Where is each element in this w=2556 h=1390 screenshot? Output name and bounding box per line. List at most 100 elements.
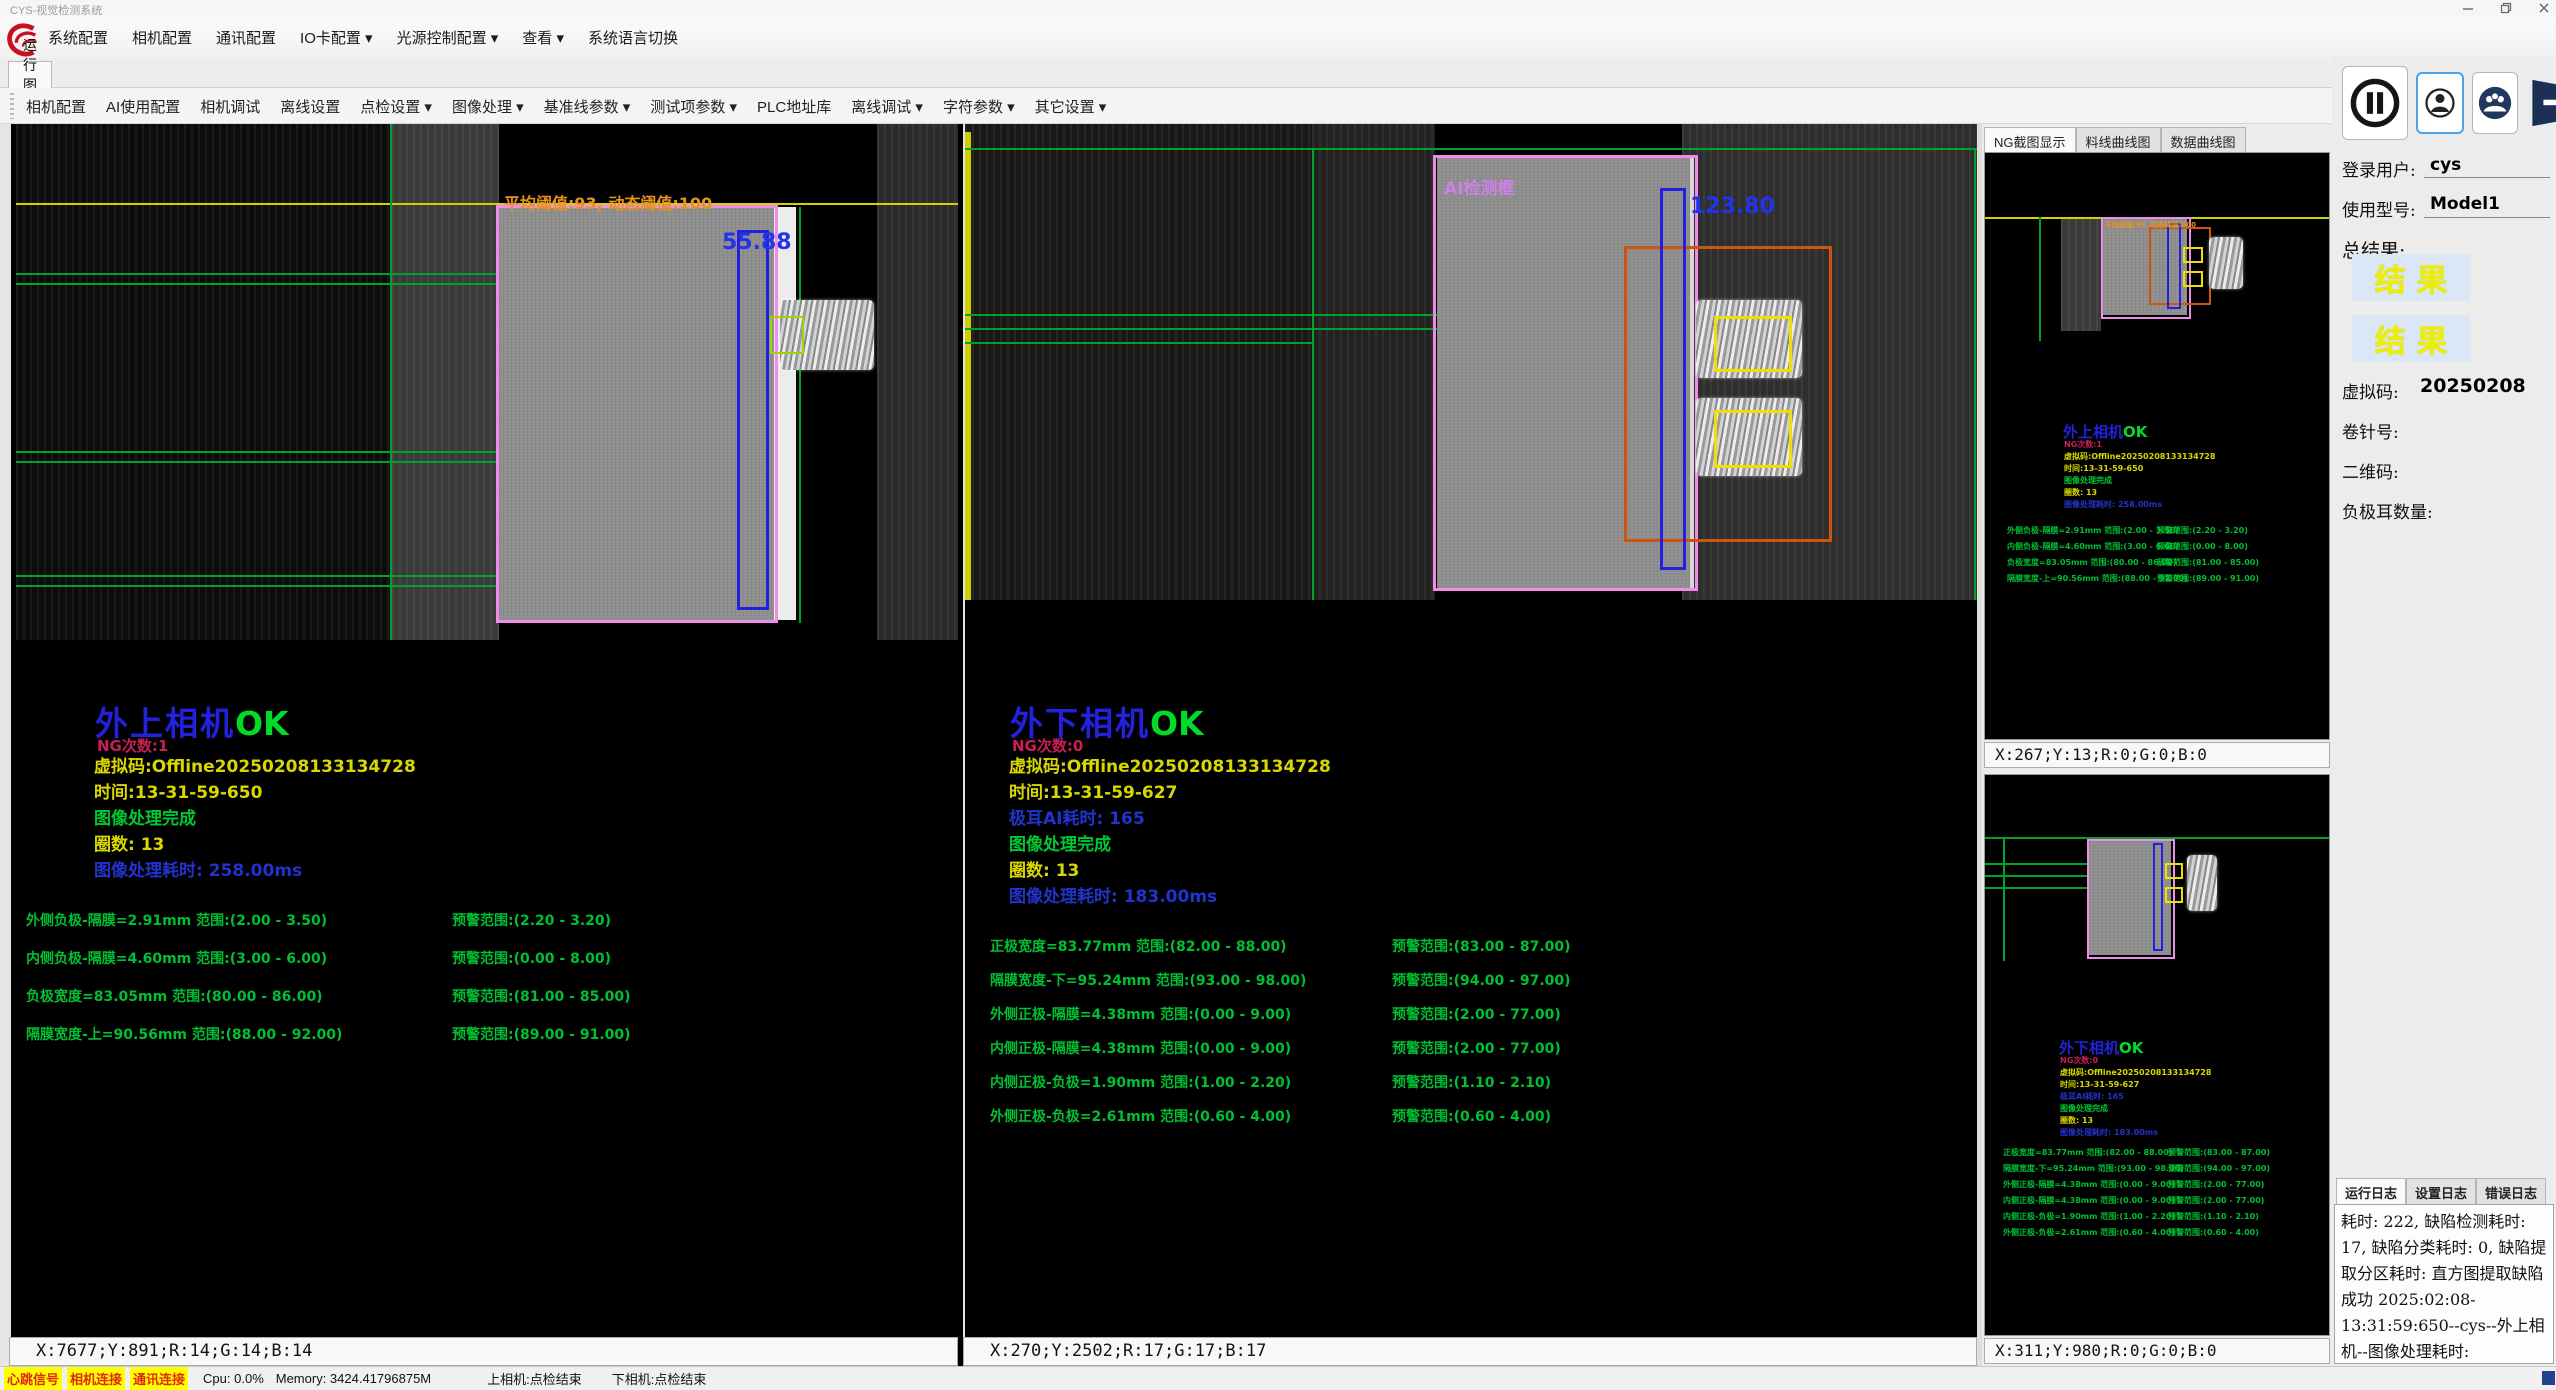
log-tab[interactable]: 设置日志 (2406, 1178, 2476, 1206)
toolbar-item[interactable]: 其它设置 ▾ (1035, 96, 1107, 117)
menu-item[interactable]: IO卡配置 ▾ (300, 27, 373, 48)
camera-info-line: 圈数: 13 (2060, 1115, 2211, 1127)
corner-indicator (2542, 1371, 2555, 1385)
camera-info-line: 时间:13-31-59-627 (2060, 1079, 2211, 1091)
mini2-camera-status: OK (2119, 1039, 2143, 1057)
measurement-warn: 预警范围:(2.20 - 3.20) (2157, 525, 2248, 536)
right-camera-view[interactable]: AI检测框 123.80 外下相机OK NG次数:0 虚拟码:Offline20… (963, 124, 1977, 1337)
measurement-row: 隔膜宽度-下=95.24mm 范围:(93.00 - 98.00) 预警范围:(… (990, 970, 1306, 1004)
right-ng-count: NG次数:0 (1012, 735, 1083, 756)
model-label: 使用型号: (2342, 196, 2416, 221)
menu-item[interactable]: 光源控制配置 ▾ (397, 27, 499, 48)
right-camera-status: OK (1150, 704, 1204, 743)
ng-thumbnail-lower[interactable]: 外下相机OK NG次数:0 虚拟码:Offline202502081331347… (1984, 774, 2330, 1336)
field-value: 20250208 (2420, 375, 2526, 397)
mini1-threshold-text: 平均阈值:93, 动态阈值:100 (2105, 220, 2196, 230)
left-green-hline (16, 451, 499, 453)
log-area[interactable]: 耗时: 222, 缺陷检测耗时: 17, 缺陷分类耗时: 0, 缺陷提取分区耗时… (2334, 1204, 2554, 1364)
sidebar-tab[interactable]: NG截图显示 (1984, 127, 2076, 155)
measurement-warn: 预警范围:(2.20 - 3.20) (452, 910, 611, 930)
exit-button[interactable] (2528, 70, 2556, 136)
toolbar-item[interactable]: PLC地址库 (757, 96, 831, 117)
measurement-warn: 预警范围:(83.00 - 87.00) (1392, 936, 1571, 956)
toolbar-item[interactable]: 字符参数 ▾ (943, 96, 1015, 117)
menu-item[interactable]: 查看 ▾ (522, 27, 564, 48)
log-tab[interactable]: 运行日志 (2336, 1178, 2406, 1206)
left-info-block: 虚拟码:Offline20250208133134728时间:13-31-59-… (94, 754, 416, 884)
right-ai-box-label: AI检测框 (1444, 174, 1514, 199)
toolbar-items: 相机配置 AI使用配置相机调试离线设置点检设置 ▾ 图像处理 ▾ 基准线参数 ▾ 测试项… (26, 88, 1106, 124)
measurement-row: 外侧正极-负极=2.61mm 范围:(0.60 - 4.00) 预警范围:(0.… (990, 1106, 1306, 1140)
measurement-warn: 预警范围:(89.00 - 91.00) (2157, 573, 2259, 584)
measurement-text: 内侧负极-隔膜=4.60mm 范围:(3.00 - 6.00) (2007, 542, 2179, 551)
camera-info-line: 圈数: 13 (1009, 858, 1331, 884)
left-ng-count: NG次数:1 (97, 735, 168, 756)
field-label: 卷针号: (2342, 418, 2399, 443)
sidebar-tab[interactable]: 料线曲线图 (2076, 127, 2161, 155)
thumb1-coordinate-bar: X:267;Y:13;R:0;G:0;B:0 (1984, 742, 2330, 768)
right-measurements: 正极宽度=83.77mm 范围:(82.00 - 88.00) 预警范围:(83… (990, 936, 1306, 1140)
toolbar-item[interactable]: 离线调试 ▾ (851, 96, 923, 117)
minimize-icon[interactable] (2462, 2, 2474, 14)
left-green-vline (390, 124, 392, 640)
toolbar-item[interactable]: 基准线参数 ▾ (544, 96, 631, 117)
right-measure-box-blue (1660, 188, 1686, 570)
right-green-vline (1312, 148, 1314, 600)
measurement-warn: 预警范围:(83.00 - 87.00) (2168, 1147, 2270, 1158)
field-label: 二维码: (2342, 458, 2399, 483)
user-button[interactable] (2416, 72, 2464, 134)
users-button[interactable] (2472, 72, 2518, 134)
login-user-value: cys (2430, 155, 2461, 175)
sidebar-tab[interactable]: 数据曲线图 (2161, 127, 2246, 155)
window-controls (2462, 0, 2550, 16)
toolbar-item[interactable]: 点检设置 ▾ (360, 96, 432, 117)
title-bar: CYS-视觉检测系统 (0, 0, 2556, 16)
camera-info-line: 图像处理完成 (2064, 475, 2215, 487)
menu-items: 系统配置 相机配置 通讯配置 IO卡配置 ▾ 光源控制配置 ▾ 查看 ▾ 系统语言切换 (48, 16, 678, 58)
left-camera-view[interactable]: 平均阈值:93, 动态阈值:100 55.88 外上相机OK NG次数:1 虚拟… (9, 124, 958, 1337)
restore-icon[interactable] (2500, 2, 2512, 14)
measurement-row: 内侧负极-隔膜=4.60mm 范围:(3.00 - 6.00) 预警范围:(0.… (2007, 541, 2188, 557)
toolbar-item[interactable]: AI使用配置 (106, 96, 180, 117)
log-tab[interactable]: 错误日志 (2476, 1178, 2546, 1206)
camera-info-line: 虚拟码:Offline20250208133134728 (1009, 754, 1331, 780)
measurement-row: 外侧正极-隔膜=4.38mm 范围:(0.00 - 9.00) 预警范围:(2.… (2003, 1179, 2184, 1195)
pause-button[interactable] (2342, 66, 2408, 140)
panel-fields: 虚拟码: 20250208 卷针号: 二维码: 负极耳数量: (2332, 372, 2556, 532)
measurement-row: 外侧正极-隔膜=4.38mm 范围:(0.00 - 9.00) 预警范围:(2.… (990, 1004, 1306, 1038)
left-photo-band-right (877, 124, 958, 640)
tab-run-image[interactable]: 运行图像 (8, 61, 52, 88)
mini1-band (2061, 219, 2101, 331)
toolbar-item[interactable]: 离线设置 (280, 96, 340, 117)
mini2-blue-box (2153, 843, 2163, 951)
toolbar-item[interactable]: 相机调试 (200, 96, 260, 117)
right-tab-box-yellow-1 (1714, 316, 1792, 372)
measurement-text: 正极宽度=83.77mm 范围:(82.00 - 88.00) (2003, 1148, 2172, 1157)
close-icon[interactable] (2538, 2, 2550, 14)
right-yellow-strip (965, 132, 971, 600)
toolbar-grip-icon[interactable] (10, 93, 14, 119)
result-box: 结 果 (2352, 254, 2470, 301)
measurement-row: 负极宽度=83.05mm 范围:(80.00 - 86.00) 预警范围:(81… (2007, 557, 2188, 573)
ng-thumbnail-upper[interactable]: 平均阈值:93, 动态阈值:100 外上相机OK NG次数:1 虚拟码:Offl… (1984, 152, 2330, 740)
toolbar-item[interactable]: 相机配置 (26, 96, 86, 117)
right-photo-band-mid (1312, 124, 1435, 600)
toolbar-item[interactable]: 测试项参数 ▾ (650, 96, 737, 117)
camera-info-line: 图像处理完成 (1009, 832, 1331, 858)
measurement-text: 正极宽度=83.77mm 范围:(82.00 - 88.00) (990, 939, 1287, 955)
menu-item[interactable]: 系统语言切换 (588, 27, 678, 48)
toolbar-item[interactable]: 图像处理 ▾ (452, 96, 524, 117)
menu-item[interactable]: 相机配置 (132, 27, 192, 48)
pause-icon (2348, 76, 2402, 130)
mini2-green-hline (1985, 887, 2089, 889)
measurement-row: 内侧负极-隔膜=4.60mm 范围:(3.00 - 6.00) 预警范围:(0.… (26, 948, 342, 986)
right-green-hline (965, 328, 1437, 330)
mini2-green-vline (2003, 837, 2005, 961)
status-badge: 心跳信号 (4, 1367, 62, 1390)
menu-item[interactable]: 通讯配置 (216, 27, 276, 48)
camera-info-line: 时间:13-31-59-627 (1009, 780, 1331, 806)
camera-info-line: 圈数: 13 (94, 832, 416, 858)
model-value: Model1 (2430, 194, 2500, 214)
menu-item[interactable]: 系统配置 (48, 27, 108, 48)
panel-field-row: 二维码: (2332, 452, 2556, 492)
